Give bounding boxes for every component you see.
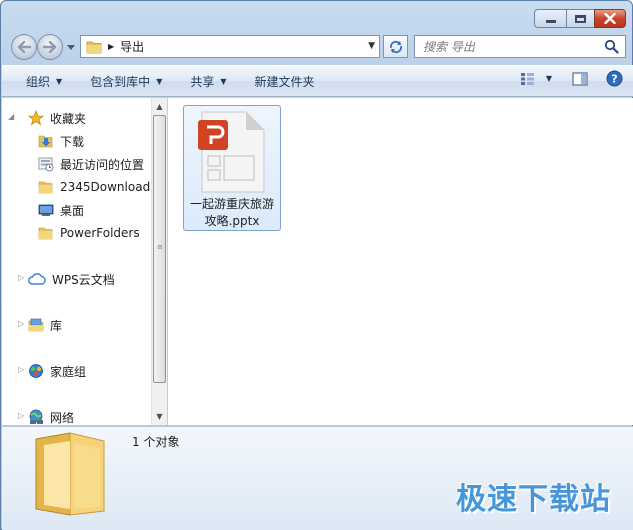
include-in-library-button[interactable]: 包含到库中 ▼: [80, 69, 172, 93]
nav-pane-scrollbar[interactable]: ▲ ≡ ▼: [151, 98, 167, 425]
details-pane: 1 个对象 极速下载站: [2, 426, 633, 530]
folder-large-icon: [35, 432, 105, 516]
minimize-icon: [545, 20, 556, 23]
preview-pane-icon: [572, 71, 588, 86]
breadcrumb-separator-icon[interactable]: ▶: [108, 42, 114, 51]
refresh-icon: [389, 40, 402, 53]
expand-triangle-icon[interactable]: ▷: [18, 273, 24, 282]
chevron-down-icon: ▼: [545, 74, 552, 83]
desktop-icon: [38, 204, 54, 216]
expand-triangle-icon[interactable]: ▷: [18, 411, 24, 420]
downloads-folder-icon: [38, 135, 53, 148]
arrow-left-icon: [17, 41, 31, 53]
item-count: 1 个对象: [132, 435, 180, 449]
folder-icon: [38, 227, 53, 240]
nav-label: 收藏夹: [50, 111, 87, 126]
folder-icon: [86, 41, 102, 53]
close-button[interactable]: [594, 9, 626, 28]
nav-powerfolders[interactable]: PowerFolders: [38, 223, 140, 243]
close-icon: [604, 13, 616, 24]
chevron-down-icon: [67, 44, 75, 50]
nav-label: 最近访问的位置: [60, 157, 145, 172]
nav-label: WPS云文档: [52, 272, 115, 287]
maximize-icon: [575, 14, 586, 23]
scroll-up-arrow-icon[interactable]: ▲: [152, 99, 167, 114]
search-input[interactable]: [423, 39, 593, 54]
search-icon[interactable]: [604, 39, 619, 54]
toolbar-right: ▼ ?: [520, 70, 623, 87]
organize-label: 组织: [26, 74, 51, 89]
nav-label: 网络: [50, 410, 75, 425]
scroll-grip-icon: ≡: [157, 243, 163, 251]
view-grid-icon: [520, 72, 534, 85]
nav-label: 2345Downloads: [60, 180, 151, 194]
homegroup-icon: [29, 364, 43, 378]
include-in-library-label: 包含到库中: [90, 74, 151, 89]
file-list-view[interactable]: 一起游重庆旅游攻略.pptx: [168, 98, 633, 425]
file-name[interactable]: 一起游重庆旅游攻略.pptx: [186, 196, 278, 230]
navigation-pane: ◢ 收藏夹 下载 最近访问的位置 2345Downloads 桌面 PowerF…: [2, 98, 151, 425]
new-folder-label: 新建文件夹: [254, 74, 315, 89]
help-button[interactable]: ?: [606, 70, 623, 87]
file-item[interactable]: 一起游重庆旅游攻略.pptx: [183, 105, 281, 231]
nav-desktop[interactable]: 桌面: [38, 200, 84, 220]
nav-label: 桌面: [60, 203, 85, 218]
recent-pages-dropdown[interactable]: [66, 41, 76, 53]
expand-triangle-icon[interactable]: ▷: [18, 319, 24, 328]
powerpoint-file-icon: [198, 111, 265, 193]
caption-buttons: [534, 9, 626, 28]
scroll-thumb[interactable]: ≡: [153, 115, 166, 383]
search-box[interactable]: [414, 35, 626, 58]
nav-wps-cloud[interactable]: ▷ WPS云文档: [12, 269, 115, 289]
chevron-down-icon: ▼: [156, 76, 163, 86]
expand-triangle-icon[interactable]: ▷: [18, 365, 24, 374]
network-icon: [29, 409, 43, 424]
nav-favorites[interactable]: ◢ 收藏夹: [8, 108, 87, 128]
view-options-button[interactable]: ▼: [520, 72, 552, 86]
new-folder-button[interactable]: 新建文件夹: [245, 69, 325, 93]
chevron-down-icon: ▼: [220, 76, 227, 86]
refresh-button[interactable]: [383, 35, 408, 58]
nav-recent-places[interactable]: 最近访问的位置: [38, 154, 144, 174]
address-history-dropdown[interactable]: ▼: [368, 41, 375, 51]
folder-icon: [38, 181, 53, 194]
nav-label: PowerFolders: [60, 226, 140, 240]
address-bar[interactable]: ▶ 导出 ▼: [80, 35, 380, 58]
breadcrumb-current[interactable]: 导出: [120, 38, 144, 55]
minimize-button[interactable]: [534, 9, 566, 28]
nav-label: 下载: [60, 134, 85, 149]
organize-button[interactable]: 组织 ▼: [16, 69, 72, 93]
nav-label: 家庭组: [50, 364, 87, 379]
cloud-icon: [28, 273, 46, 285]
back-button[interactable]: [11, 34, 37, 60]
star-icon: [28, 110, 44, 126]
explorer-window: ▶ 导出 ▼ 组织 ▼ 包含到库中 ▼ 共享 ▼: [0, 0, 633, 530]
share-button[interactable]: 共享 ▼: [180, 69, 236, 93]
recent-places-icon: [38, 157, 54, 172]
command-bar: 组织 ▼ 包含到库中 ▼ 共享 ▼ 新建文件夹 ▼ ?: [2, 65, 633, 97]
nav-homegroup[interactable]: ▷ 家庭组: [12, 361, 86, 381]
nav-label: 库: [50, 318, 63, 333]
library-icon: [28, 318, 44, 332]
nav-libraries[interactable]: ▷ 库: [12, 315, 62, 335]
share-label: 共享: [190, 74, 215, 89]
chevron-down-icon: ▼: [56, 76, 63, 86]
arrow-right-icon: [43, 41, 57, 53]
nav-2345downloads[interactable]: 2345Downloads: [38, 177, 151, 197]
svg-text:?: ?: [611, 73, 617, 86]
nav-network[interactable]: ▷ 网络: [12, 407, 74, 425]
preview-pane-button[interactable]: [572, 71, 588, 86]
forward-button[interactable]: [37, 34, 63, 60]
nav-downloads[interactable]: 下载: [38, 131, 84, 151]
help-icon: ?: [606, 70, 623, 87]
scroll-down-arrow-icon[interactable]: ▼: [152, 409, 167, 424]
collapse-triangle-icon[interactable]: ◢: [8, 112, 14, 121]
maximize-button[interactable]: [566, 9, 594, 28]
watermark-logo: 极速下载站: [456, 482, 611, 517]
